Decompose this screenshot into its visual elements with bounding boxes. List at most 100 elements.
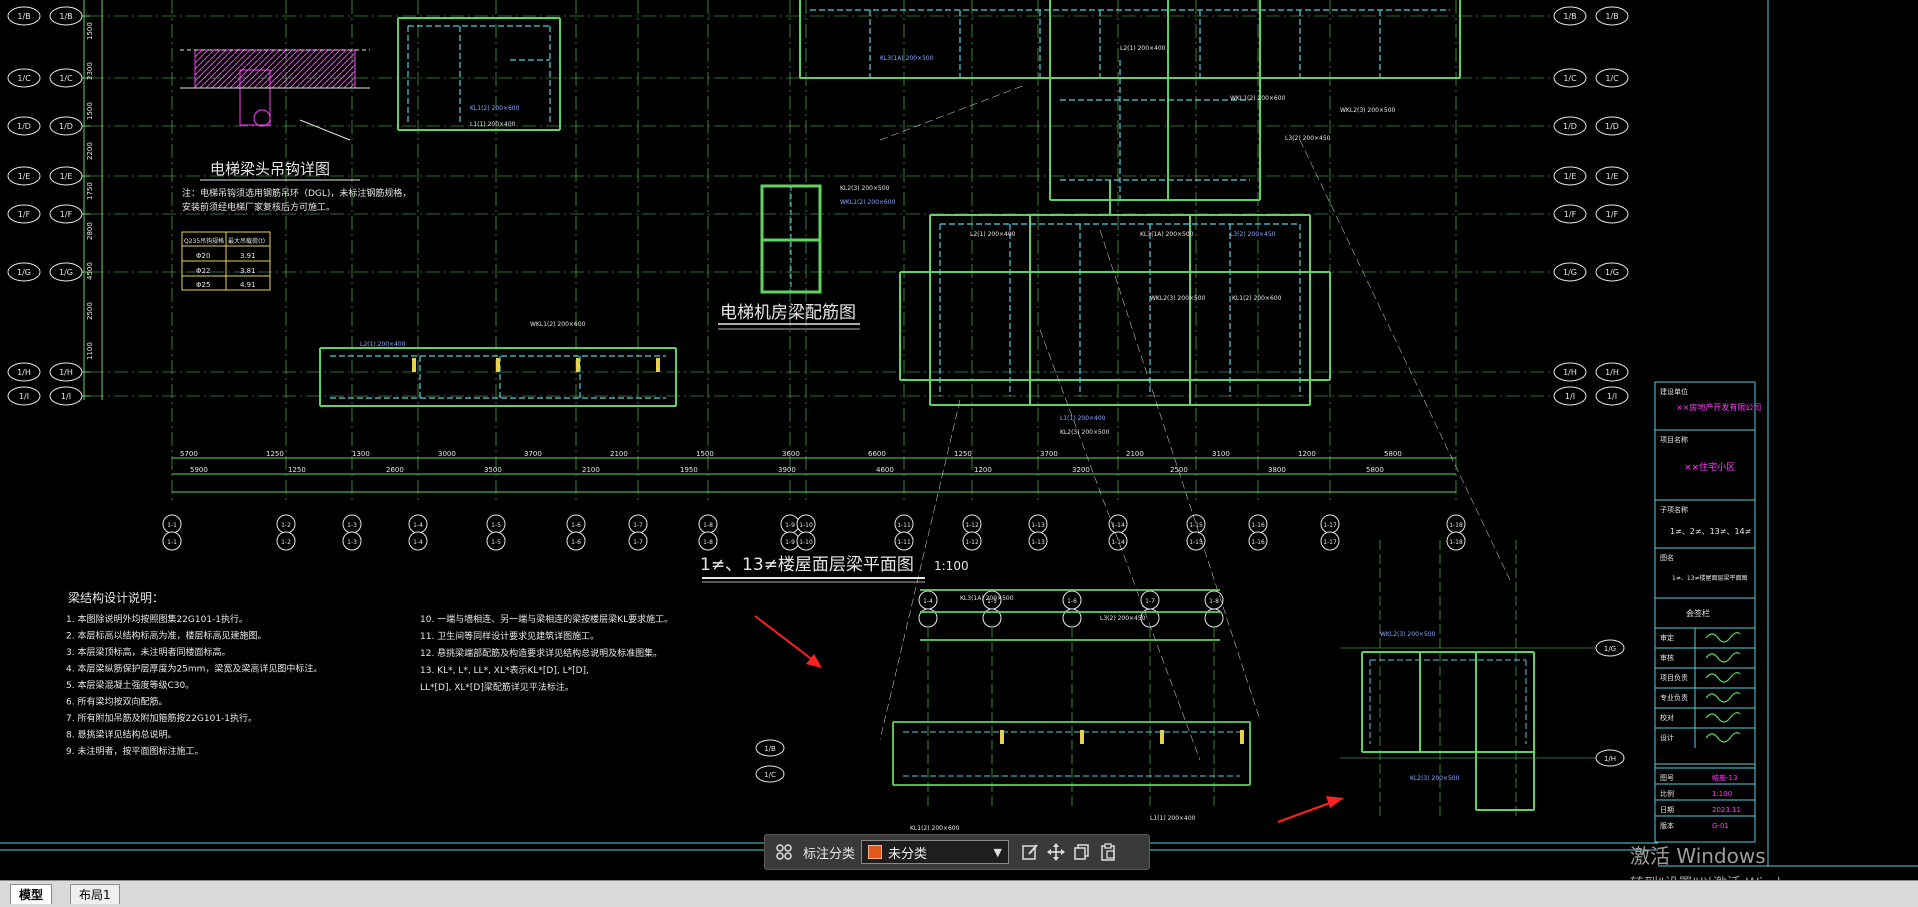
dimension-text: 1250 (954, 450, 972, 458)
paste-icon[interactable] (1095, 839, 1121, 865)
grid-bubble-label: 1-14 (1111, 539, 1125, 546)
beam-annotation: KL1(2) 200×600 (910, 825, 960, 832)
beam-annotation: L3(2) 200×450 (1100, 615, 1146, 622)
tb-row-label: 专业负责 (1660, 693, 1688, 702)
drawing-title: 1≠、13≠楼屋面层梁平面图 (700, 555, 914, 575)
grid-bubble-label: 1-4 (923, 598, 933, 605)
dimension-text: 3900 (778, 466, 796, 474)
dimension-text: 6600 (868, 450, 886, 458)
grid-bubble-label: 1/C (1563, 74, 1577, 83)
grid-bubble-label: 1-8 (703, 522, 713, 529)
grid-bubble-label: 1/B (17, 12, 30, 21)
tab-layout1[interactable]: 布局1 (70, 884, 120, 904)
grid-bubble-label: 1-17 (1323, 522, 1337, 529)
grid-bubble-label: 1/H (1563, 368, 1577, 377)
beam-annotation: L2(1) 200×400 (360, 341, 406, 348)
grid-bubble-label: 1/E (1606, 172, 1619, 181)
grid-bubble-label: 1-14 (1111, 522, 1125, 529)
grid-bubble-label: 1/C (59, 74, 73, 83)
dimension-text: 5900 (190, 466, 208, 474)
dimension-text: 1250 (288, 466, 306, 474)
grid-bubble-label: 1/G (1563, 268, 1577, 277)
grid-bubble-label: 1-13 (1031, 522, 1045, 529)
dimension-text: 2100 (610, 450, 628, 458)
dimension-text: 1200 (974, 466, 992, 474)
dimension-text: 5700 (180, 450, 198, 458)
chevron-down-icon: ▼ (993, 845, 1003, 859)
dimension-text: 1300 (352, 450, 370, 458)
note-line: 11. 卫生间等同样设计要求见建筑详图施工。 (420, 630, 599, 642)
grid-bubble-label: 1/I (1607, 392, 1617, 401)
move-icon[interactable] (1043, 839, 1069, 865)
grid-bubble-label: 1/E (1564, 172, 1577, 181)
grid-bubble-label: 1-1 (167, 539, 177, 546)
dimension-text: 4600 (876, 466, 894, 474)
rebar-header-1: Q235吊钩规格 (184, 237, 224, 245)
grid-bubble-label: 1/D (59, 122, 73, 131)
note-line: LL*[D], XL*[D]梁配筋详见平法标注。 (420, 681, 574, 693)
dimension-text: 3600 (782, 450, 800, 458)
grid-bubble-label: 1-10 (799, 539, 813, 546)
note-line: 10. 一端与墙相连、另一端与梁相连的梁按楼层梁KL要求施工。 (420, 613, 673, 625)
dimension-text: 2100 (1126, 450, 1144, 458)
beam-annotation: WKL2(3) 200×500 (1150, 295, 1206, 302)
grid-bubble-label: 1/F (60, 210, 73, 219)
dimension-text: 4500 (86, 262, 94, 280)
grid-bubble-label: 1-10 (799, 522, 813, 529)
dimension-text: 3000 (438, 450, 456, 458)
note-line: 8. 悬挑梁详见结构总说明。 (66, 729, 176, 741)
grid-icon[interactable] (771, 839, 797, 865)
grid-bubble-label: 1/F (1564, 210, 1577, 219)
dimension-text: 5800 (1384, 450, 1402, 458)
dimension-text: 3500 (484, 466, 502, 474)
cad-drawing-canvas[interactable]: 1/B 1/B 1/B 1/B 1/C 1/C 1/C 1/C 1/D 1/D 1/D 1/D 1/E 1… (0, 0, 1918, 880)
rebar-header-2: 最大吊载荷(t) (228, 237, 265, 245)
beam-annotation: WKL1(2) 200×600 (530, 321, 586, 328)
grid-bubble-label: 1/C (17, 74, 31, 83)
copy-icon[interactable] (1069, 839, 1095, 865)
dimension-text: 2600 (386, 466, 404, 474)
column-mark (576, 358, 580, 372)
dimension-text: 1250 (266, 450, 284, 458)
grid-bubble-label: 1-13 (1031, 539, 1045, 546)
grid-bubble-label: 1-18 (1449, 539, 1463, 546)
note-line: 7. 所有附加吊筋及附加箍筋按22G101-1执行。 (66, 712, 257, 724)
rebar-cell: 4.91 (240, 281, 256, 289)
dimension-text: 3200 (1072, 466, 1090, 474)
category-label: 标注分类 (803, 846, 856, 862)
beam-annotation: L3(2) 200×450 (1230, 231, 1276, 238)
grid-bubble-label: 1-4 (413, 539, 423, 546)
note-line: 5. 本层梁混凝土强度等级C30。 (66, 679, 194, 691)
tb-project-value: ××住宅小区 (1684, 461, 1735, 473)
category-select[interactable]: 未分类 ▼ (861, 840, 1010, 864)
rebar-cell: Φ20 (196, 252, 210, 260)
grid-bubble-label: 1/F (1606, 210, 1619, 219)
tab-model[interactable]: 模型 (10, 884, 53, 904)
grid-bubble-label: 1-9 (785, 522, 795, 529)
grid-bubble-label: 1-12 (965, 539, 979, 546)
tb-company-label: 建设单位 (1660, 387, 1688, 396)
grid-bubble-label: 1-11 (897, 539, 911, 546)
note-line: 3. 本层梁顶标高，未注明者同楼面标高。 (66, 646, 230, 658)
tb-company-value: ××房地产开发有限公司 (1676, 402, 1761, 412)
layout-tabs-bar: 模型 布局1 (0, 880, 1918, 907)
grid-bubble-label: 1/I (19, 392, 29, 401)
dimension-text: 2200 (86, 142, 94, 160)
tb-meta-label: 版本 (1660, 821, 1674, 830)
grid-bubble-label: 1/H (59, 368, 73, 377)
grid-bubble-label: 1/G (1605, 268, 1619, 277)
grid-bubble-label: 1/B (1563, 12, 1576, 21)
grid-bubble-label: 1-16 (1251, 522, 1265, 529)
dimension-text: 5800 (1366, 466, 1384, 474)
dimension-text: 1100 (86, 342, 94, 360)
grid-bubble-label: 1-6 (1067, 598, 1077, 605)
note-line: 12. 悬挑梁端部配筋及构造要求详见结构总说明及标准图集。 (420, 647, 662, 659)
grid-bubble-label: 1-17 (1323, 539, 1337, 546)
column-mark (656, 358, 660, 372)
grid-bubble-label: 1/F (18, 210, 31, 219)
watermark-title: 激活 Windows (1630, 844, 1766, 868)
edit-icon[interactable] (1017, 839, 1043, 865)
detail-note-2: 安装前须经电梯厂家复核后方可施工。 (182, 201, 335, 213)
grid-bubble-label: 1/E (60, 172, 73, 181)
dimension-text: 1500 (696, 450, 714, 458)
